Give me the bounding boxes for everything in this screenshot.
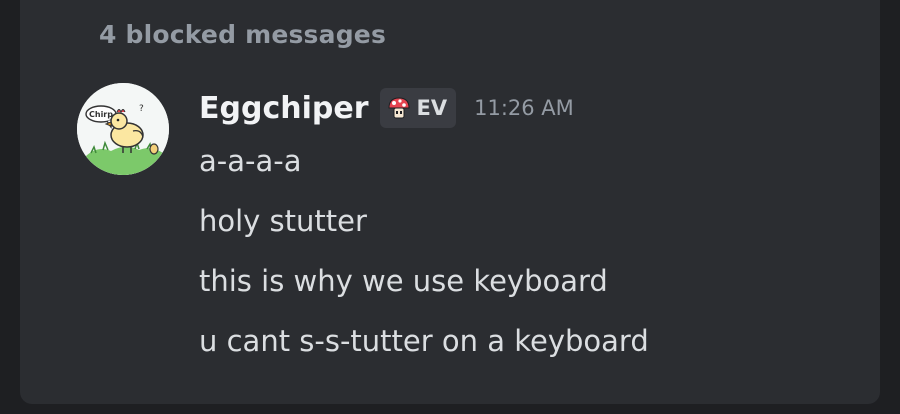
message-lines: a-a-a-a holy stutter this is why we use … — [199, 139, 649, 379]
message-line[interactable]: u cant s-s-tutter on a keyboard — [199, 319, 649, 379]
message-header: Eggchiper EV 11:26 AM — [199, 86, 574, 130]
mushroom-icon — [388, 97, 410, 119]
server-tag-badge[interactable]: EV — [380, 88, 457, 128]
message-line[interactable]: this is why we use keyboard — [199, 259, 649, 319]
server-tag-label: EV — [416, 96, 448, 120]
user-avatar[interactable]: Chirp ? — [77, 83, 169, 175]
svg-text:?: ? — [139, 104, 144, 114]
chicken-avatar-icon: Chirp ? — [77, 83, 169, 175]
username[interactable]: Eggchiper — [199, 91, 368, 126]
message-group-card: 4 blocked messages Chirp ? Eggchiper EV … — [20, 0, 880, 404]
blocked-messages-notice[interactable]: 4 blocked messages — [99, 20, 386, 49]
avatar-speech-text: Chirp — [89, 110, 113, 119]
message-line[interactable]: a-a-a-a — [199, 139, 649, 199]
message-timestamp[interactable]: 11:26 AM — [474, 96, 574, 120]
message-line[interactable]: holy stutter — [199, 199, 649, 259]
